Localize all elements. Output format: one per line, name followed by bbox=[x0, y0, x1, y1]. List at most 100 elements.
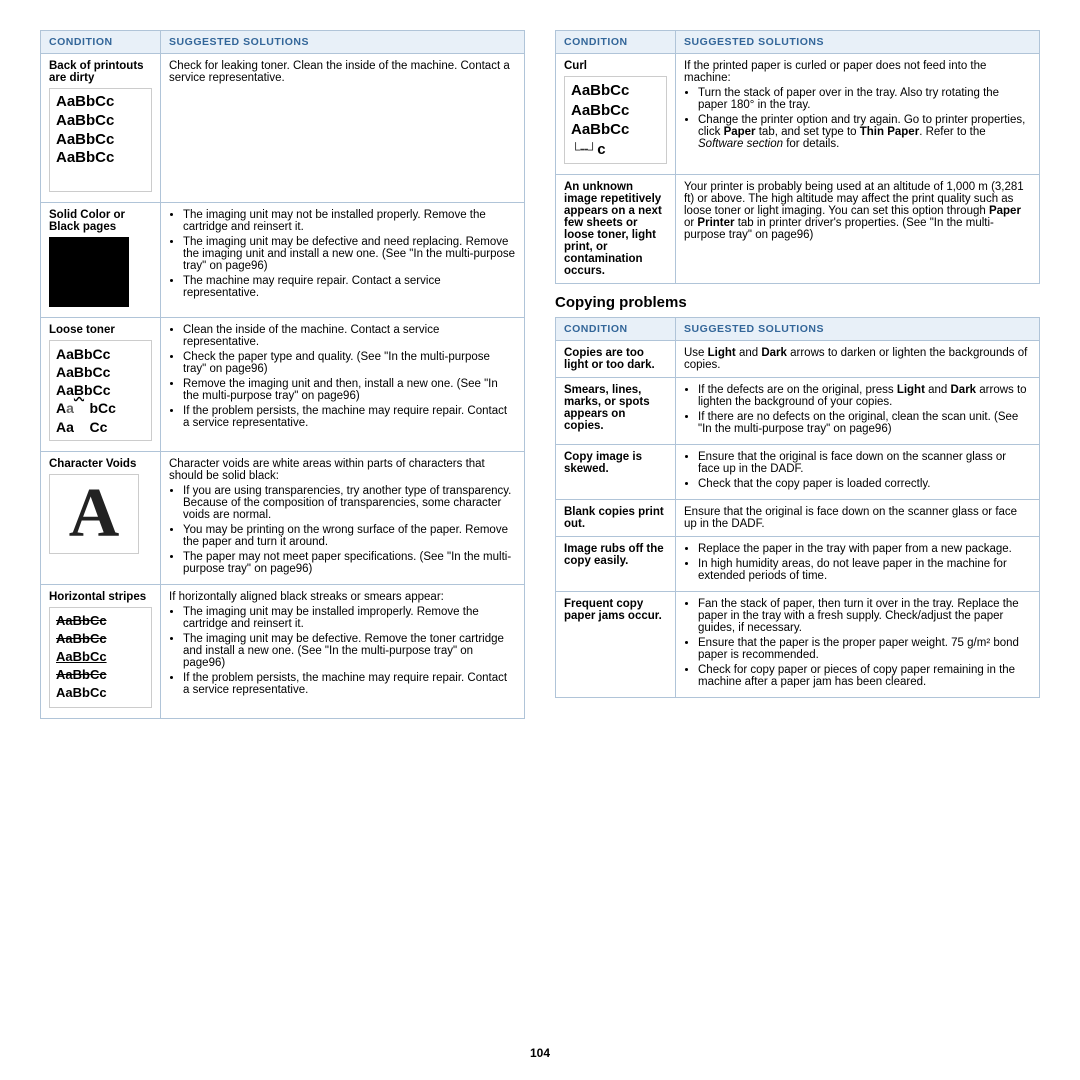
table-row: Solid Color orBlack pages The imaging un… bbox=[41, 202, 525, 317]
list-item: Ensure that the original is face down on… bbox=[698, 451, 1031, 475]
list-item: Ensure that the paper is the proper pape… bbox=[698, 637, 1031, 661]
solution-list: Fan the stack of paper, then turn it ove… bbox=[684, 598, 1031, 688]
solution-list: The imaging unit may not be installed pr… bbox=[169, 209, 516, 299]
condition-cell: Horizontal stripes AaBbCc AaBbCc AaBbCc … bbox=[41, 584, 161, 718]
list-item: In high humidity areas, do not leave pap… bbox=[698, 558, 1031, 582]
solution-list: If you are using transparencies, try ano… bbox=[169, 485, 516, 575]
condition-label: Loose toner bbox=[49, 324, 152, 336]
list-item: The imaging unit may not be installed pr… bbox=[183, 209, 516, 233]
solution-cell: The imaging unit may not be installed pr… bbox=[161, 202, 525, 317]
solution-text: Your printer is probably being used at a… bbox=[684, 181, 1024, 241]
solution-list: The imaging unit may be installed improp… bbox=[169, 606, 516, 696]
list-item: The machine may require repair. Contact … bbox=[183, 275, 516, 299]
table-row: Curl AaBbCcAaBbCcAaBbCc└╌┘c If the print… bbox=[556, 54, 1040, 175]
list-item: If there are no defects on the original,… bbox=[698, 411, 1031, 435]
table-row: Smears, lines, marks, or spots appears o… bbox=[556, 378, 1040, 445]
loose-toner-image: AaBbCcAaBbCcAaBbCcAa bCcAa Cc bbox=[49, 340, 152, 441]
condition-label: Curl bbox=[564, 60, 667, 72]
left-condition-header: Condition bbox=[41, 31, 161, 54]
curl-image: AaBbCcAaBbCcAaBbCc└╌┘c bbox=[564, 76, 667, 164]
table-row: Frequent copy paper jams occur. Fan the … bbox=[556, 592, 1040, 698]
solution-cell: Fan the stack of paper, then turn it ove… bbox=[676, 592, 1040, 698]
solution-cell: If horizontally aligned black streaks or… bbox=[161, 584, 525, 718]
list-item: The paper may not meet paper specificati… bbox=[183, 551, 516, 575]
table-row: Back of printoutsare dirty AaBbCcAaBbCcA… bbox=[41, 54, 525, 203]
solution-cell: Character voids are white areas within p… bbox=[161, 451, 525, 584]
solution-cell: Clean the inside of the machine. Contact… bbox=[161, 317, 525, 451]
list-item: Turn the stack of paper over in the tray… bbox=[698, 87, 1031, 111]
table-row: Copy image is skewed. Ensure that the or… bbox=[556, 445, 1040, 500]
solution-intro: If horizontally aligned black streaks or… bbox=[169, 591, 444, 603]
two-column-layout: Condition Suggested Solutions Back of pr… bbox=[40, 30, 1040, 1038]
solution-cell: Ensure that the original is face down on… bbox=[676, 500, 1040, 537]
condition-cell: Frequent copy paper jams occur. bbox=[556, 592, 676, 698]
right-column: Condition Suggested Solutions Curl AaBbC… bbox=[555, 30, 1040, 1038]
list-item: If the problem persists, the machine may… bbox=[183, 405, 516, 429]
sample-text-image: AaBbCcAaBbCcAaBbCcAaBbCc𛯌 bbox=[49, 88, 152, 192]
solution-cell: Your printer is probably being used at a… bbox=[676, 175, 1040, 284]
left-table: Condition Suggested Solutions Back of pr… bbox=[40, 30, 525, 719]
left-column: Condition Suggested Solutions Back of pr… bbox=[40, 30, 525, 1038]
solution-cell: Check for leaking toner. Clean the insid… bbox=[161, 54, 525, 203]
copying-table: Condition Suggested Solutions Copies are… bbox=[555, 317, 1040, 698]
solution-intro: If the printed paper is curled or paper … bbox=[684, 60, 986, 84]
left-solutions-header: Suggested Solutions bbox=[161, 31, 525, 54]
table-row: Character Voids A Character voids are wh… bbox=[41, 451, 525, 584]
list-item: Check the paper type and quality. (See "… bbox=[183, 351, 516, 375]
list-item: Check that the copy paper is loaded corr… bbox=[698, 478, 1031, 490]
solution-list: Turn the stack of paper over in the tray… bbox=[684, 87, 1031, 150]
solution-text: Use Light and Dark arrows to darken or l… bbox=[684, 347, 1027, 371]
copy-solutions-header: Suggested Solutions bbox=[676, 318, 1040, 341]
solution-cell: If the defects are on the original, pres… bbox=[676, 378, 1040, 445]
solution-list: Clean the inside of the machine. Contact… bbox=[169, 324, 516, 429]
table-row: Copies are too light or too dark. Use Li… bbox=[556, 341, 1040, 378]
table-row: Blank copies print out. Ensure that the … bbox=[556, 500, 1040, 537]
condition-cell: Copies are too light or too dark. bbox=[556, 341, 676, 378]
list-item: If you are using transparencies, try ano… bbox=[183, 485, 516, 521]
list-item: The imaging unit may be defective and ne… bbox=[183, 236, 516, 272]
right-solutions-header: Suggested Solutions bbox=[676, 31, 1040, 54]
condition-cell: Back of printoutsare dirty AaBbCcAaBbCcA… bbox=[41, 54, 161, 203]
list-item: If the defects are on the original, pres… bbox=[698, 384, 1031, 408]
solution-cell: If the printed paper is curled or paper … bbox=[676, 54, 1040, 175]
table-row: Horizontal stripes AaBbCc AaBbCc AaBbCc … bbox=[41, 584, 525, 718]
condition-cell: Copy image is skewed. bbox=[556, 445, 676, 500]
list-item: You may be printing on the wrong surface… bbox=[183, 524, 516, 548]
table-row: An unknown image repetitively appears on… bbox=[556, 175, 1040, 284]
solution-text: Ensure that the original is face down on… bbox=[684, 506, 1017, 530]
solution-intro: Character voids are white areas within p… bbox=[169, 458, 485, 482]
condition-label: Solid Color orBlack pages bbox=[49, 209, 152, 233]
condition-cell: An unknown image repetitively appears on… bbox=[556, 175, 676, 284]
solution-list: Replace the paper in the tray with paper… bbox=[684, 543, 1031, 582]
horiz-stripes-image: AaBbCc AaBbCc AaBbCc AaBbCc AaBbCc bbox=[49, 607, 152, 708]
page: Condition Suggested Solutions Back of pr… bbox=[0, 0, 1080, 1080]
list-item: Remove the imaging unit and then, instal… bbox=[183, 378, 516, 402]
solution-list: If the defects are on the original, pres… bbox=[684, 384, 1031, 435]
list-item: If the problem persists, the machine may… bbox=[183, 672, 516, 696]
condition-cell: Blank copies print out. bbox=[556, 500, 676, 537]
condition-cell: Curl AaBbCcAaBbCcAaBbCc└╌┘c bbox=[556, 54, 676, 175]
list-item: Check for copy paper or pieces of copy p… bbox=[698, 664, 1031, 688]
list-item: Replace the paper in the tray with paper… bbox=[698, 543, 1031, 555]
condition-label: Character Voids bbox=[49, 458, 152, 470]
list-item: The imaging unit may be installed improp… bbox=[183, 606, 516, 630]
page-number: 104 bbox=[40, 1046, 1040, 1060]
list-item: The imaging unit may be defective. Remov… bbox=[183, 633, 516, 669]
solution-cell: Use Light and Dark arrows to darken or l… bbox=[676, 341, 1040, 378]
solution-cell: Replace the paper in the tray with paper… bbox=[676, 537, 1040, 592]
condition-cell: Smears, lines, marks, or spots appears o… bbox=[556, 378, 676, 445]
condition-cell: Image rubs off the copy easily. bbox=[556, 537, 676, 592]
solution-list: Ensure that the original is face down on… bbox=[684, 451, 1031, 490]
copy-condition-header: Condition bbox=[556, 318, 676, 341]
list-item: Fan the stack of paper, then turn it ove… bbox=[698, 598, 1031, 634]
condition-cell: Character Voids A bbox=[41, 451, 161, 584]
black-block-image bbox=[49, 237, 129, 307]
solution-text: Check for leaking toner. Clean the insid… bbox=[169, 60, 510, 84]
condition-label: Horizontal stripes bbox=[49, 591, 152, 603]
condition-label: Back of printoutsare dirty bbox=[49, 60, 152, 84]
table-row: Loose toner AaBbCcAaBbCcAaBbCcAa bCcAa C… bbox=[41, 317, 525, 451]
table-row: Image rubs off the copy easily. Replace … bbox=[556, 537, 1040, 592]
copying-problems-title: Copying problems bbox=[555, 294, 1040, 311]
condition-cell: Loose toner AaBbCcAaBbCcAaBbCcAa bCcAa C… bbox=[41, 317, 161, 451]
solution-cell: Ensure that the original is face down on… bbox=[676, 445, 1040, 500]
